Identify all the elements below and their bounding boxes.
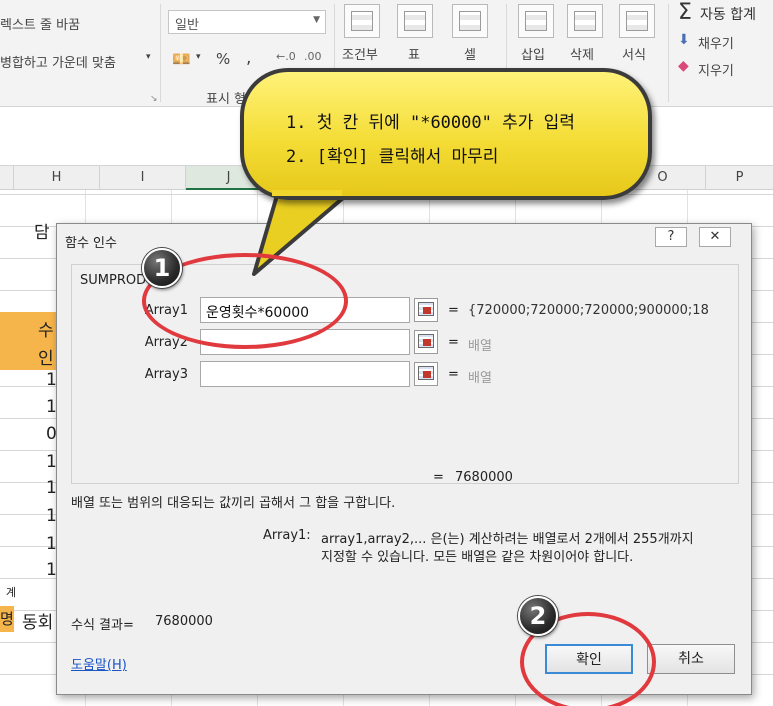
question-icon: ? [667,229,675,244]
total-equals: = [433,470,444,485]
array3-input[interactable] [200,361,410,387]
format-cells-icon[interactable] [619,4,655,38]
sheet-cell[interactable]: 수 [38,316,54,341]
increase-decimal-icon[interactable]: ←.0 [276,50,296,63]
sheet-cell[interactable]: 인 [38,344,54,369]
fill-button[interactable]: 채우기 [698,33,734,52]
format-label: 서식 [622,48,646,63]
equals-sign: = [448,335,459,350]
insert-cells-icon[interactable] [518,4,554,38]
help-button[interactable]: ? [655,227,687,247]
currency-icon[interactable]: 💴 [172,50,191,68]
percent-button[interactable]: % [216,50,230,68]
column-header-i[interactable]: I [100,166,186,190]
delete-cells-icon[interactable] [567,4,603,38]
display-format-group-label: 표시 형 [206,92,247,107]
step-badge-2: 2 [518,596,558,636]
ribbon-divider [668,4,669,102]
cell-styles-icon[interactable] [452,4,488,38]
cancel-button[interactable]: 취소 [647,644,735,674]
decrease-decimal-icon[interactable]: .00 [304,50,322,63]
dialog-title: 함수 인수 [65,236,117,251]
column-header-p[interactable]: P [706,166,773,190]
array3-result: 배열 [468,371,492,386]
merge-center-button[interactable]: 병합하고 가운데 맞춤 [0,52,116,71]
comma-button[interactable]: , [246,48,251,68]
array1-result: {720000;720000;720000;900000;18 [468,303,709,318]
chevron-down-icon[interactable]: ▾ [146,52,151,62]
callout-step-2: 2. [확인] 클릭해서 마무리 [286,147,499,167]
chevron-down-icon: ▼ [313,15,320,25]
callout-tail-join [272,190,342,196]
array3-label: Array3 [144,367,188,382]
close-icon: ✕ [709,229,721,244]
equals-sign: = [448,303,459,318]
collapse-dialog-icon[interactable] [414,330,438,354]
insert-label: 삽입 [521,48,545,63]
eraser-icon[interactable]: ◆ [678,58,689,74]
collapse-dialog-icon[interactable] [414,298,438,322]
total-value: 7680000 [455,470,513,485]
number-format-select[interactable]: 일반 ▼ [168,10,326,34]
arg-help-label: Array1: [263,528,311,543]
delete-label: 삭제 [570,48,594,63]
conditional-format-icon[interactable] [344,4,380,38]
column-header-h[interactable]: H [14,166,100,190]
close-button[interactable]: ✕ [699,227,731,247]
arg-help-text: 지정할 수 있습니다. 모든 배열은 같은 차원이어야 합니다. [321,550,634,565]
column-header[interactable] [0,166,14,190]
chevron-down-icon[interactable]: ▾ [196,52,201,62]
format-as-table-icon[interactable] [397,4,433,38]
collapse-dialog-icon[interactable] [414,362,438,386]
formula-result-value: 7680000 [155,614,213,629]
clear-button[interactable]: 지우기 [698,60,734,79]
formula-result-label: 수식 결과= [71,618,134,633]
array2-result: 배열 [468,339,492,354]
equals-sign: = [448,367,459,382]
wrap-text-button[interactable]: 렉스트 줄 바꿈 [0,14,80,33]
arg-help-text: array1,array2,... 은(는) 계산하려는 배열로서 2개에서 2… [321,532,694,547]
instruction-callout: 1. 첫 칸 뒤에 "*60000" 추가 입력 2. [확인] 클릭해서 마무… [240,68,652,200]
number-format-value: 일반 [175,18,199,33]
dialog-launcher-icon[interactable]: ↘ [150,94,158,104]
format-as-table-label: 표 [408,48,420,63]
help-link[interactable]: 도움말(H) [71,654,127,673]
cell-styles-label: 셀 [464,48,476,63]
sheet-cell[interactable]: 동회 [22,608,53,633]
fill-down-icon[interactable]: ⬇ [678,32,690,48]
step-badge-1: 1 [142,248,182,288]
autosum-button[interactable]: 자동 합계 [700,4,756,24]
ribbon-divider [160,4,161,102]
function-description: 배열 또는 범위의 대응되는 값끼리 곱해서 그 합을 구합니다. [71,496,396,511]
sheet-cell[interactable]: 명 [0,608,14,629]
conditional-format-label: 조건부 [342,48,378,63]
sheet-cell[interactable]: 계 [6,584,16,600]
callout-step-1: 1. 첫 칸 뒤에 "*60000" 추가 입력 [286,113,575,133]
sigma-icon[interactable]: Σ [678,0,692,25]
sheet-cell[interactable]: 담 [34,218,50,243]
